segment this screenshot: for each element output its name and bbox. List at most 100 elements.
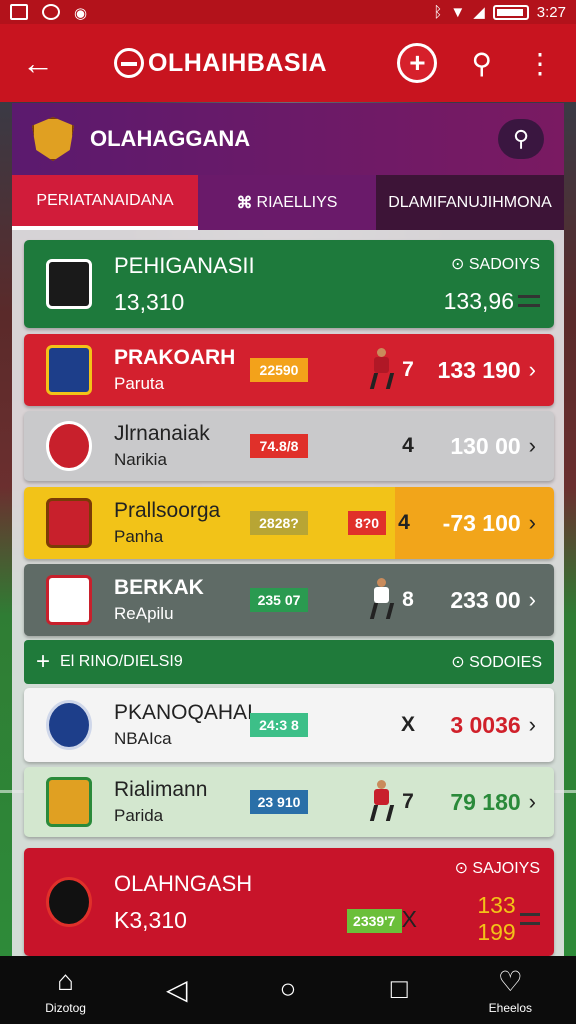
odds-badge[interactable]: 235 07 bbox=[250, 588, 308, 612]
match-mark: 4 bbox=[402, 434, 414, 457]
league-name: OLAHAGGANA bbox=[90, 126, 251, 151]
team-name: PRAKOARH bbox=[114, 346, 236, 369]
league-search-button[interactable]: ⚲ bbox=[498, 119, 544, 159]
nav-recents[interactable]: □ bbox=[359, 973, 439, 1007]
match-score: 130 00 bbox=[450, 432, 521, 459]
bluetooth-icon: ᛒ bbox=[433, 3, 443, 21]
battery-icon bbox=[492, 4, 529, 20]
list-item[interactable]: Rialimann Parida 23 910 7 79 180 › bbox=[24, 767, 554, 837]
search-icon[interactable]: ⚲ bbox=[471, 47, 492, 80]
team-logo-icon bbox=[46, 777, 92, 827]
match-score: 3 0036 bbox=[450, 711, 521, 738]
square-recents-icon: □ bbox=[390, 973, 408, 1004]
match-mark: X bbox=[401, 905, 417, 932]
odds-badge[interactable]: 2828? bbox=[250, 511, 308, 535]
tab-label: PERIATANAIDANA bbox=[36, 191, 174, 209]
nav-label: Eheelos bbox=[488, 1001, 533, 1015]
more-vertical-icon[interactable]: ⋮ bbox=[526, 47, 554, 80]
team-logo-icon bbox=[46, 498, 92, 548]
match-mark: 8 bbox=[402, 588, 414, 611]
system-nav-bar: ⌂ Dizotog ◁ ○ □ ♡ Eheelos bbox=[0, 956, 576, 1024]
plus-circle-icon[interactable]: + bbox=[397, 43, 438, 83]
nav-favorites[interactable]: ♡ Eheelos bbox=[470, 965, 550, 1015]
chevron-right-icon[interactable]: › bbox=[529, 587, 536, 613]
menu-lines-icon bbox=[518, 295, 540, 307]
odds-badge[interactable]: 2339'7 bbox=[346, 909, 402, 933]
search-icon: ⚲ bbox=[512, 126, 530, 151]
team-name: PEHIGANASII bbox=[114, 252, 255, 278]
list-item[interactable]: Prallsoorga Panha 2828? 8?0 4 -73 100 › bbox=[24, 487, 554, 559]
wifi-icon: ▼ bbox=[450, 3, 466, 21]
tab-dlamifanujihmona[interactable]: DLAMIFANUJIHMONA bbox=[376, 175, 564, 230]
match-list: PEHIGANASII 13,310 ⊙ SADOIYS 133,96 PRAK… bbox=[12, 230, 564, 956]
match-score: 79 180 bbox=[450, 788, 521, 815]
team-logo-icon bbox=[46, 575, 92, 625]
featured-status: ⊙ SAJOIYS bbox=[454, 860, 541, 877]
app-notification-icon: ◉ bbox=[74, 5, 88, 22]
camera-notification-icon bbox=[42, 4, 60, 20]
team-score: K3,310 bbox=[114, 906, 187, 933]
team-score: 13,310 bbox=[114, 288, 185, 315]
empty-slot bbox=[366, 424, 396, 468]
match-score: 233 00 bbox=[450, 586, 521, 613]
tab-periatanaidana[interactable]: PERIATANAIDANA bbox=[12, 175, 198, 230]
team-name: Jlrnanaiak bbox=[114, 422, 210, 445]
match-mark: 7 bbox=[402, 358, 414, 381]
back-triangle-icon: ◁ bbox=[166, 974, 188, 1005]
list-item[interactable]: BERKAK ReApilu 235 07 8 233 00 › bbox=[24, 564, 554, 636]
plus-icon[interactable]: + bbox=[36, 648, 50, 676]
team-name: Prallsoorga bbox=[114, 499, 221, 522]
team-subtitle: Narikia bbox=[114, 450, 167, 469]
team-subtitle: Panha bbox=[114, 527, 164, 546]
odds-badge[interactable]: 23 910 bbox=[250, 790, 308, 814]
odds-badge[interactable]: 74.8/8 bbox=[250, 434, 308, 458]
odds-badge[interactable]: 22590 bbox=[250, 358, 308, 382]
list-item[interactable]: PRAKOARH Paruta 22590 7 133 190 › bbox=[24, 334, 554, 406]
team-logo-icon bbox=[46, 345, 92, 395]
status-bar: ◉ ᛒ ▼ ◢ 3:27 bbox=[0, 0, 576, 24]
app-bar: ← OLHAIHBASIA + ⚲ ⋮ bbox=[0, 24, 576, 102]
league-crest-icon bbox=[32, 117, 74, 161]
tab-label: RIAELLIYS bbox=[256, 193, 338, 211]
tab-label: DLAMIFANUJIHMONA bbox=[388, 193, 552, 211]
featured-match-card[interactable]: PEHIGANASII 13,310 ⊙ SADOIYS 133,96 bbox=[24, 240, 554, 328]
chevron-right-icon[interactable]: › bbox=[529, 357, 536, 383]
team-name: BERKAK bbox=[114, 576, 204, 599]
nav-home-circle[interactable]: ○ bbox=[248, 973, 328, 1007]
tab-riaelliys[interactable]: ⌘ RIAELLIYS bbox=[198, 175, 376, 230]
list-item[interactable]: PKANOQAHAI NBAIca 24:3 8 X 3 0036 › bbox=[24, 688, 554, 762]
app-title: OLHAIHBASIA bbox=[148, 48, 328, 77]
match-mark: X bbox=[400, 713, 415, 736]
tab-bar: PERIATANAIDANA ⌘ RIAELLIYS DLAMIFANUJIHM… bbox=[12, 175, 564, 230]
team-logo-icon bbox=[46, 259, 92, 309]
player-icon bbox=[366, 578, 396, 622]
nav-back[interactable]: ◁ bbox=[137, 973, 217, 1007]
chevron-right-icon[interactable]: › bbox=[529, 510, 536, 536]
team-name: PKANOQAHAI bbox=[114, 701, 253, 724]
section-status: ⊙ SODOIES bbox=[451, 654, 542, 671]
featured-match-card[interactable]: OLAHNGASH K3,310 2339'7 ⊙ SAJOIYS X 133 … bbox=[24, 848, 554, 956]
player-icon bbox=[366, 348, 396, 392]
odds-badge-secondary[interactable]: 8?0 bbox=[348, 511, 386, 535]
arrow-left-icon[interactable]: ← bbox=[22, 45, 62, 82]
match-mark: 7 bbox=[402, 790, 414, 813]
list-item[interactable]: Jlrnanaiak Narikia 74.8/8 4 130 00 › bbox=[24, 411, 554, 481]
team-logo-icon bbox=[46, 700, 92, 750]
featured-odds: 133,96 bbox=[443, 287, 514, 314]
nav-home[interactable]: ⌂ Dizotog bbox=[26, 965, 106, 1015]
odds-badge[interactable]: 24:3 8 bbox=[250, 713, 308, 737]
player-icon bbox=[366, 780, 396, 824]
app-logo-icon bbox=[114, 48, 144, 78]
chevron-right-icon[interactable]: › bbox=[529, 712, 536, 738]
nav-label: Dizotog bbox=[45, 1001, 86, 1015]
team-logo-icon bbox=[46, 421, 92, 471]
chevron-right-icon[interactable]: › bbox=[529, 433, 536, 459]
image-notification-icon bbox=[10, 4, 28, 20]
team-subtitle: ReApilu bbox=[114, 604, 174, 623]
match-score: -73 100 bbox=[442, 509, 521, 536]
menu-lines-icon bbox=[519, 913, 541, 925]
team-subtitle: NBAIca bbox=[114, 729, 172, 748]
chevron-right-icon[interactable]: › bbox=[529, 789, 536, 815]
team-logo-icon bbox=[46, 877, 92, 927]
section-header[interactable]: + El RINO/DIELSI9 ⊙ SODOIES bbox=[24, 640, 554, 684]
